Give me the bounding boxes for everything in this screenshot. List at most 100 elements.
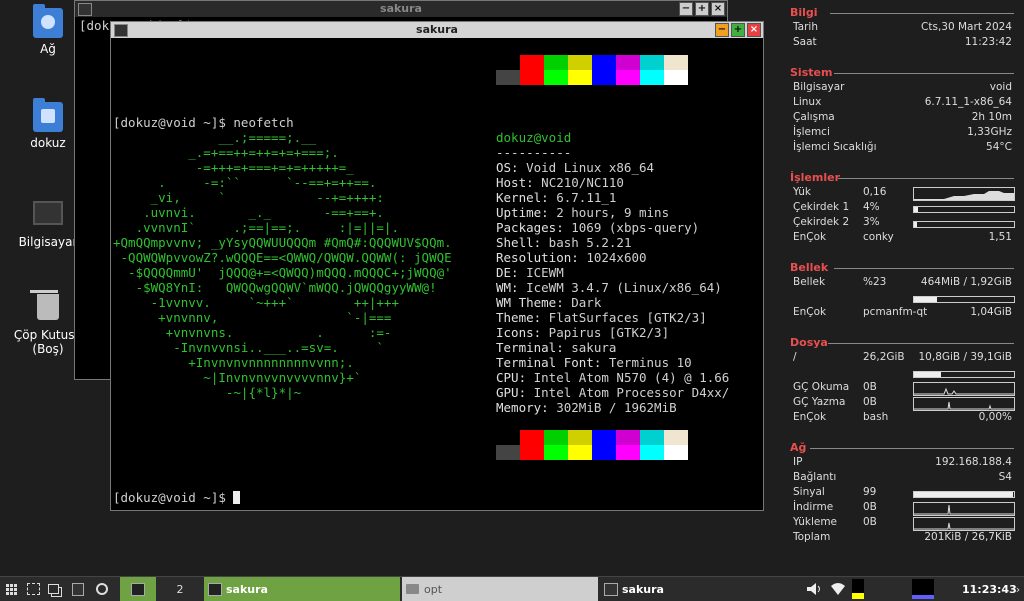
- taskbar: 2 sakura opt sakura 11:23:43 ›: [0, 576, 1024, 601]
- info-label: Terminal Font:: [496, 355, 602, 370]
- task-sakura[interactable]: sakura: [600, 577, 796, 601]
- info-value: NC210/NC110: [533, 175, 624, 190]
- conky-section-info: Bilgi Tarih Cts,30 Mart 2024 Saat 11:23:42: [790, 6, 1016, 51]
- memory-value: 464MiB / 1,92GiB: [920, 276, 1012, 288]
- ascii-logo-line: -$QQQQmmU' jQQQ@+=<QWQQ)mQQQ.mQQQC+;jWQQ…: [113, 265, 452, 280]
- front-terminal-window[interactable]: sakura − + × [dokuz@void ~]$ neofetch __…: [110, 21, 764, 511]
- neofetch-info-row: Terminal: sakura: [496, 340, 760, 355]
- neofetch-info-row: Theme: FlatSurfaces [GTK2/3]: [496, 310, 760, 325]
- memory-label: Bellek: [793, 276, 826, 288]
- ascii-logo-line: +Invnvnvnnnnnnnnvvnn;.: [113, 355, 354, 370]
- bar-fill: [914, 222, 917, 227]
- kernel-value: 6.7.11_1-x86_64: [924, 96, 1012, 108]
- neofetch-info-row: GPU: Intel Atom Processor D4xx/: [496, 385, 760, 400]
- load-value: 0,16: [863, 186, 887, 198]
- top-memory-value: 1,04GiB: [970, 306, 1012, 318]
- bar-fill: [914, 492, 1013, 497]
- terminal-launcher[interactable]: [68, 577, 88, 601]
- ascii-logo-line: -=+++=+===+=+=+++++=_: [113, 160, 354, 175]
- signal-bar: [913, 491, 1015, 498]
- palette-swatch: [496, 445, 520, 460]
- clock[interactable]: 11:23:43: [962, 577, 1017, 601]
- date-value: Cts,30 Mart 2024: [921, 21, 1012, 33]
- hostname-label: Bilgisayar: [793, 81, 845, 93]
- task-opt[interactable]: opt: [402, 577, 598, 601]
- palette-swatch: [568, 430, 592, 445]
- cpu-temp-label: İşlemci Sıcaklığı: [793, 141, 877, 153]
- palette-swatch: [520, 55, 544, 70]
- palette-swatch: [664, 70, 688, 85]
- neofetch-info-row: Host: NC210/NC110: [496, 175, 760, 190]
- section-title: Bellek: [790, 261, 829, 274]
- info-label: Kernel:: [496, 190, 549, 205]
- network-tray-monitor[interactable]: [912, 577, 936, 601]
- palette-swatch: [616, 430, 640, 445]
- maximize-button[interactable]: +: [731, 23, 745, 37]
- cpu-temp-value: 54°C: [986, 141, 1012, 153]
- cpu-tray-monitor[interactable]: [852, 577, 866, 601]
- download-value: 0B: [863, 501, 877, 513]
- core1-value: 4%: [863, 201, 880, 213]
- core1-bar: [913, 206, 1015, 213]
- close-button[interactable]: ×: [747, 23, 761, 37]
- window-list-button[interactable]: [44, 577, 62, 601]
- ascii-logo-line: -$WQ8YnI: QWQQwgQQWV`mWQQ.jQWQQgyyWW@!: [113, 280, 437, 295]
- info-value: Papirus [GTK2/3]: [541, 325, 670, 340]
- hostname-value: void: [989, 81, 1012, 93]
- info-label: Terminal:: [496, 340, 564, 355]
- upload-value: 0B: [863, 516, 877, 528]
- info-label: Memory:: [496, 400, 549, 415]
- palette-swatch: [640, 55, 664, 70]
- upload-label: Yükleme: [793, 516, 838, 528]
- terminal-command-line: [dokuz@void ~]$ neofetch: [113, 115, 294, 130]
- top-process-value: 1,51: [988, 231, 1012, 243]
- neofetch-info-row: Packages: 1069 (xbps-query): [496, 220, 760, 235]
- info-label: Theme:: [496, 310, 542, 325]
- window-titlebar[interactable]: sakura − + ×: [75, 1, 727, 17]
- window-titlebar[interactable]: sakura − + ×: [111, 22, 763, 38]
- bar-fill: [914, 207, 918, 212]
- info-value: 2 hours, 9 mins: [548, 205, 670, 220]
- minimize-button[interactable]: −: [715, 23, 729, 37]
- palette-swatch: [640, 445, 664, 460]
- globe-icon: [96, 583, 108, 595]
- show-desktop-button[interactable]: [24, 577, 42, 601]
- core1-label: Çekirdek 1: [793, 201, 850, 213]
- browser-launcher[interactable]: [92, 577, 112, 601]
- connection-value: S4: [998, 471, 1012, 483]
- info-value: 6.7.11_1: [548, 190, 617, 205]
- clock-time: 11:23:43: [962, 582, 1017, 596]
- info-label: WM:: [496, 280, 519, 295]
- palette-swatch: [496, 70, 520, 85]
- info-value: FlatSurfaces [GTK2/3]: [541, 310, 707, 325]
- workspace-2[interactable]: 2: [160, 577, 200, 601]
- maximize-button[interactable]: +: [695, 2, 709, 16]
- trash-icon: [33, 294, 63, 324]
- info-value: Terminus 10: [601, 355, 692, 370]
- terminal-icon: [604, 582, 618, 596]
- task-sakura-active[interactable]: sakura: [204, 577, 400, 601]
- info-label: OS:: [496, 160, 519, 175]
- conky-section-disk: Dosya / 26,2GiB 10,8GiB / 39,1GiB GÇ Okuma…: [790, 336, 1016, 426]
- neofetch-info-row: Memory: 302MiB / 1962MiB: [496, 400, 760, 415]
- close-button[interactable]: ×: [711, 2, 725, 16]
- volume-tray-button[interactable]: [804, 577, 824, 601]
- terminal-prompt[interactable]: [dokuz@void ~]$: [113, 490, 241, 505]
- conky-section-network: Ağ IP 192.168.188.4 Bağlantı S4 Sinyal 99 İ…: [790, 441, 1016, 546]
- info-value: Intel Atom N570 (4) @ 1.66: [526, 370, 730, 385]
- top-memory-label: EnÇok: [793, 306, 827, 318]
- taskbar-arrow-button[interactable]: ›: [1012, 577, 1024, 601]
- time-label: Saat: [793, 36, 817, 48]
- start-menu-button[interactable]: [2, 577, 20, 601]
- uptime-label: Çalışma: [793, 111, 835, 123]
- info-value: ICEWM: [518, 265, 564, 280]
- window-title: sakura: [380, 2, 422, 15]
- palette-swatch: [496, 430, 520, 445]
- workspace-1[interactable]: [120, 577, 156, 601]
- core2-value: 3%: [863, 216, 880, 228]
- windows-icon: [47, 584, 59, 594]
- home-folder-icon: [33, 98, 63, 132]
- network-tray-button[interactable]: [828, 577, 848, 601]
- signal-label: Sinyal: [793, 486, 825, 498]
- minimize-button[interactable]: −: [679, 2, 693, 16]
